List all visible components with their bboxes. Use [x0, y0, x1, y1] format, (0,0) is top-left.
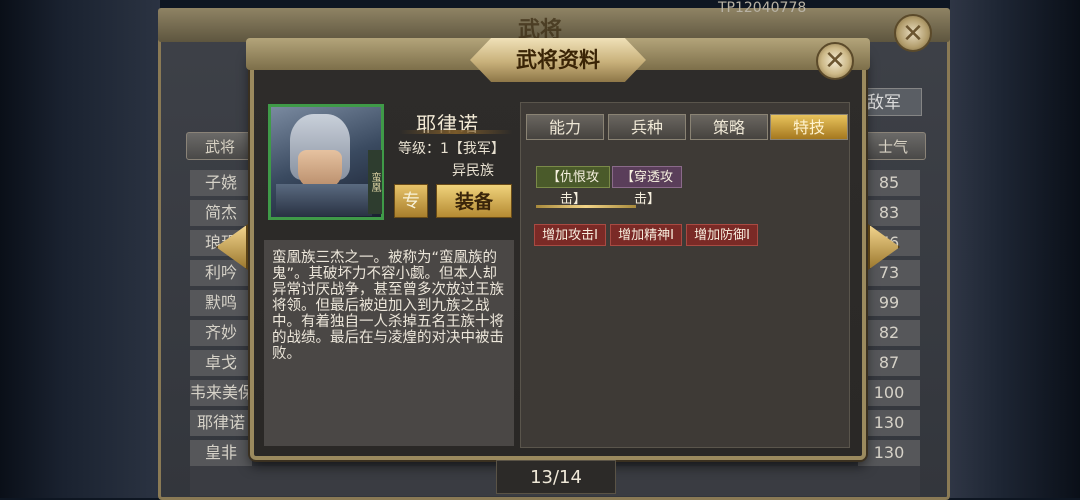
list-item-morale: 87	[858, 350, 920, 376]
faction-badge: 蛮凰	[368, 150, 382, 214]
list-item-general-name[interactable]: 韦来美保	[190, 380, 252, 406]
dialog-close-button[interactable]: ✕	[816, 42, 854, 80]
skill-divider	[536, 205, 636, 208]
list-item-general-name[interactable]: 齐妙	[190, 320, 252, 346]
tab-enemy-army[interactable]: 敌军	[862, 88, 922, 116]
list-item-morale: 82	[858, 320, 920, 346]
page-indicator: 13/14	[496, 460, 616, 494]
portrait-body	[276, 184, 372, 216]
equip-button[interactable]: 装备	[436, 184, 512, 218]
list-item-general-name[interactable]: 卓戈	[190, 350, 252, 376]
tab-ability[interactable]: 能力	[526, 114, 604, 140]
general-level: 等级：1【我军】	[398, 138, 505, 158]
tab-troop-type[interactable]: 兵种	[608, 114, 686, 140]
dialog-title: 武将资料	[470, 38, 646, 82]
level-value: 1【我军】	[440, 141, 505, 157]
list-item-morale: 83	[858, 200, 920, 226]
list-item-general-name[interactable]: 子娆	[190, 170, 252, 196]
tab-special-skill[interactable]: 特技	[770, 114, 848, 140]
column-header-general[interactable]: 武将	[186, 132, 254, 160]
left-backdrop	[0, 0, 160, 498]
right-backdrop	[950, 0, 1080, 498]
list-item-morale: 130	[858, 410, 920, 436]
list-item-morale: 130	[858, 440, 920, 466]
column-header-morale[interactable]: 士气	[860, 132, 926, 160]
bonus-defense[interactable]: 增加防御Ⅰ	[686, 224, 758, 246]
list-item-general-name[interactable]: 耶律诺	[190, 410, 252, 436]
list-item-morale: 100	[858, 380, 920, 406]
detail-panel	[520, 102, 850, 448]
list-close-button[interactable]: ✕	[894, 14, 932, 52]
name-underline	[400, 130, 512, 134]
list-item-morale: 73	[858, 260, 920, 286]
general-tribe: 异民族	[452, 163, 494, 179]
list-item-general-name[interactable]: 皇非	[190, 440, 252, 466]
list-item-general-name[interactable]: 简杰	[190, 200, 252, 226]
level-label: 等级：	[398, 141, 440, 157]
skill-hatred-attack[interactable]: 【仇恨攻击】	[536, 166, 610, 207]
tab-strategy[interactable]: 策略	[690, 114, 768, 140]
list-item-morale: 85	[858, 170, 920, 196]
list-item-morale: 99	[858, 290, 920, 316]
skill-pierce-attack[interactable]: 【穿透攻击】	[612, 166, 682, 207]
bonus-attack[interactable]: 增加攻击Ⅰ	[534, 224, 606, 246]
specialize-button[interactable]: 专	[394, 184, 428, 218]
close-icon: ✕	[902, 19, 924, 49]
close-icon: ✕	[824, 46, 846, 76]
list-item-general-name[interactable]: 默鸣	[190, 290, 252, 316]
general-description: 蛮凰族三杰之一。被称为“蛮凰族的鬼”。其破坏力不容小觑。但本人却异常讨厌战争，甚…	[264, 240, 514, 446]
top-id-text: TP12040778	[718, 0, 807, 16]
bonus-spirit[interactable]: 增加精神Ⅰ	[610, 224, 682, 246]
